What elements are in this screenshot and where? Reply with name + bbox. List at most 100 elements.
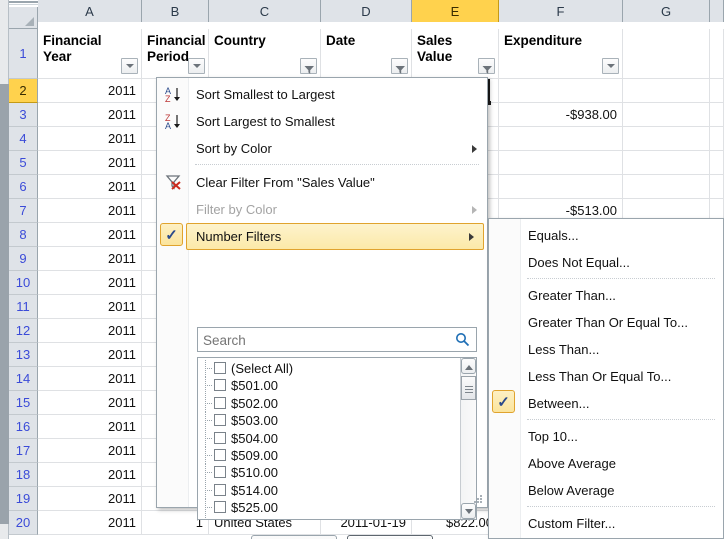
scrollbar-thumb[interactable]: [461, 376, 476, 400]
cell-G5[interactable]: [623, 151, 710, 175]
scroll-down-button[interactable]: [461, 503, 476, 519]
menu-item-sort-by-color[interactable]: Sort by Color: [158, 135, 486, 162]
list-item[interactable]: $509.00: [198, 447, 458, 464]
column-header-a[interactable]: A: [38, 0, 142, 22]
cell-A12[interactable]: 2011: [38, 319, 142, 343]
cell-A5[interactable]: 2011: [38, 151, 142, 175]
cell-A11[interactable]: 2011: [38, 295, 142, 319]
list-item-checkbox[interactable]: [214, 484, 226, 496]
column-header-e[interactable]: E: [412, 0, 499, 22]
cell-H4[interactable]: [710, 127, 724, 151]
row-header-10[interactable]: 10: [9, 271, 38, 295]
cell-F6[interactable]: [499, 175, 623, 199]
column-header-c[interactable]: C: [209, 0, 321, 22]
menu-item-sort-desc[interactable]: Z A Sort Largest to Smallest: [158, 108, 486, 135]
cell-A6[interactable]: 2011: [38, 175, 142, 199]
row-header-4[interactable]: 4: [9, 127, 38, 151]
list-item[interactable]: $503.00: [198, 412, 458, 429]
cell-G4[interactable]: [623, 127, 710, 151]
cell-A17[interactable]: 2011: [38, 439, 142, 463]
submenu-item-3[interactable]: Greater Than Or Equal To...: [490, 309, 722, 336]
row-header-16[interactable]: 16: [9, 415, 38, 439]
column-header-h[interactable]: [710, 0, 724, 22]
submenu-item-0[interactable]: Equals...: [490, 222, 722, 249]
list-item-checkbox[interactable]: [214, 449, 226, 461]
menu-item-number-filters[interactable]: Number Filters: [186, 223, 484, 250]
cell-H6[interactable]: [710, 175, 724, 199]
cancel-button[interactable]: Cancel: [347, 535, 433, 539]
cell-A7[interactable]: 2011: [38, 199, 142, 223]
cell-F5[interactable]: [499, 151, 623, 175]
column-header-b[interactable]: B: [142, 0, 209, 22]
row-header-1[interactable]: 1: [9, 29, 38, 79]
cell-A2[interactable]: 2011: [38, 79, 142, 103]
column-header-f[interactable]: F: [499, 0, 623, 22]
cell-H3[interactable]: [710, 103, 724, 127]
row-header-11[interactable]: 11: [9, 295, 38, 319]
row-header-20[interactable]: 20: [9, 511, 38, 535]
filter-value-listbox[interactable]: (Select All)$501.00$502.00$503.00$504.00…: [197, 357, 477, 520]
row-header-8[interactable]: 8: [9, 223, 38, 247]
list-item[interactable]: $510.00: [198, 464, 458, 481]
cell-A20[interactable]: 2011: [38, 511, 142, 535]
row-header-7[interactable]: 7: [9, 199, 38, 223]
list-item-checkbox[interactable]: [214, 397, 226, 409]
submenu-item-5[interactable]: Less Than Or Equal To...: [490, 363, 722, 390]
row-header-9[interactable]: 9: [9, 247, 38, 271]
row-header-18[interactable]: 18: [9, 463, 38, 487]
column-header-g[interactable]: G: [623, 0, 710, 22]
row-header-14[interactable]: 14: [9, 367, 38, 391]
row-header-17[interactable]: 17: [9, 439, 38, 463]
list-item-checkbox[interactable]: [214, 379, 226, 391]
cell-H2[interactable]: [710, 79, 724, 103]
submenu-item-8[interactable]: Above Average: [490, 450, 722, 477]
select-all-corner[interactable]: [9, 7, 38, 29]
cell-G2[interactable]: [623, 79, 710, 103]
list-item[interactable]: (Select All): [198, 360, 458, 377]
filter-button-e[interactable]: [478, 58, 495, 74]
list-item-checkbox[interactable]: [214, 519, 226, 520]
list-item-checkbox[interactable]: [214, 414, 226, 426]
submenu-item-1[interactable]: Does Not Equal...: [490, 249, 722, 276]
scroll-up-button[interactable]: [461, 358, 476, 374]
submenu-item-9[interactable]: Below Average: [490, 477, 722, 504]
cell-F4[interactable]: [499, 127, 623, 151]
list-item[interactable]: $502.00: [198, 395, 458, 412]
list-item[interactable]: $504.00: [198, 430, 458, 447]
cell-A18[interactable]: 2011: [38, 463, 142, 487]
row-header-13[interactable]: 13: [9, 343, 38, 367]
filter-button-a[interactable]: [121, 58, 138, 74]
list-item-checkbox[interactable]: [214, 432, 226, 444]
list-item[interactable]: $525.00: [198, 499, 458, 516]
cell-A19[interactable]: 2011: [38, 487, 142, 511]
cell-H5[interactable]: [710, 151, 724, 175]
cell-A4[interactable]: 2011: [38, 127, 142, 151]
submenu-item-10[interactable]: Custom Filter...: [490, 510, 722, 537]
cell-A14[interactable]: 2011: [38, 367, 142, 391]
cell-F3[interactable]: -$938.00: [499, 103, 623, 127]
cell-A13[interactable]: 2011: [38, 343, 142, 367]
row-header-6[interactable]: 6: [9, 175, 38, 199]
filter-button-b[interactable]: [188, 58, 205, 74]
cell-G6[interactable]: [623, 175, 710, 199]
submenu-item-7[interactable]: Top 10...: [490, 423, 722, 450]
search-input[interactable]: [203, 331, 443, 349]
submenu-item-6[interactable]: Between...: [490, 390, 722, 417]
cell-G3[interactable]: [623, 103, 710, 127]
cell-A16[interactable]: 2011: [38, 415, 142, 439]
row-header-5[interactable]: 5: [9, 151, 38, 175]
list-item-checkbox[interactable]: [214, 501, 226, 513]
menu-item-sort-asc[interactable]: A Z Sort Smallest to Largest: [158, 81, 486, 108]
cell-F2[interactable]: [499, 79, 623, 103]
filter-search-box[interactable]: [197, 327, 477, 352]
row-header-19[interactable]: 19: [9, 487, 38, 511]
menu-item-clear-filter[interactable]: Clear Filter From "Sales Value": [158, 169, 486, 196]
filter-button-d[interactable]: [391, 58, 408, 74]
cell-A9[interactable]: 2011: [38, 247, 142, 271]
list-item-checkbox[interactable]: [214, 466, 226, 478]
cell-A3[interactable]: 2011: [38, 103, 142, 127]
filter-button-c[interactable]: [300, 58, 317, 74]
list-item-checkbox[interactable]: [214, 362, 226, 374]
row-header-12[interactable]: 12: [9, 319, 38, 343]
row-header-15[interactable]: 15: [9, 391, 38, 415]
